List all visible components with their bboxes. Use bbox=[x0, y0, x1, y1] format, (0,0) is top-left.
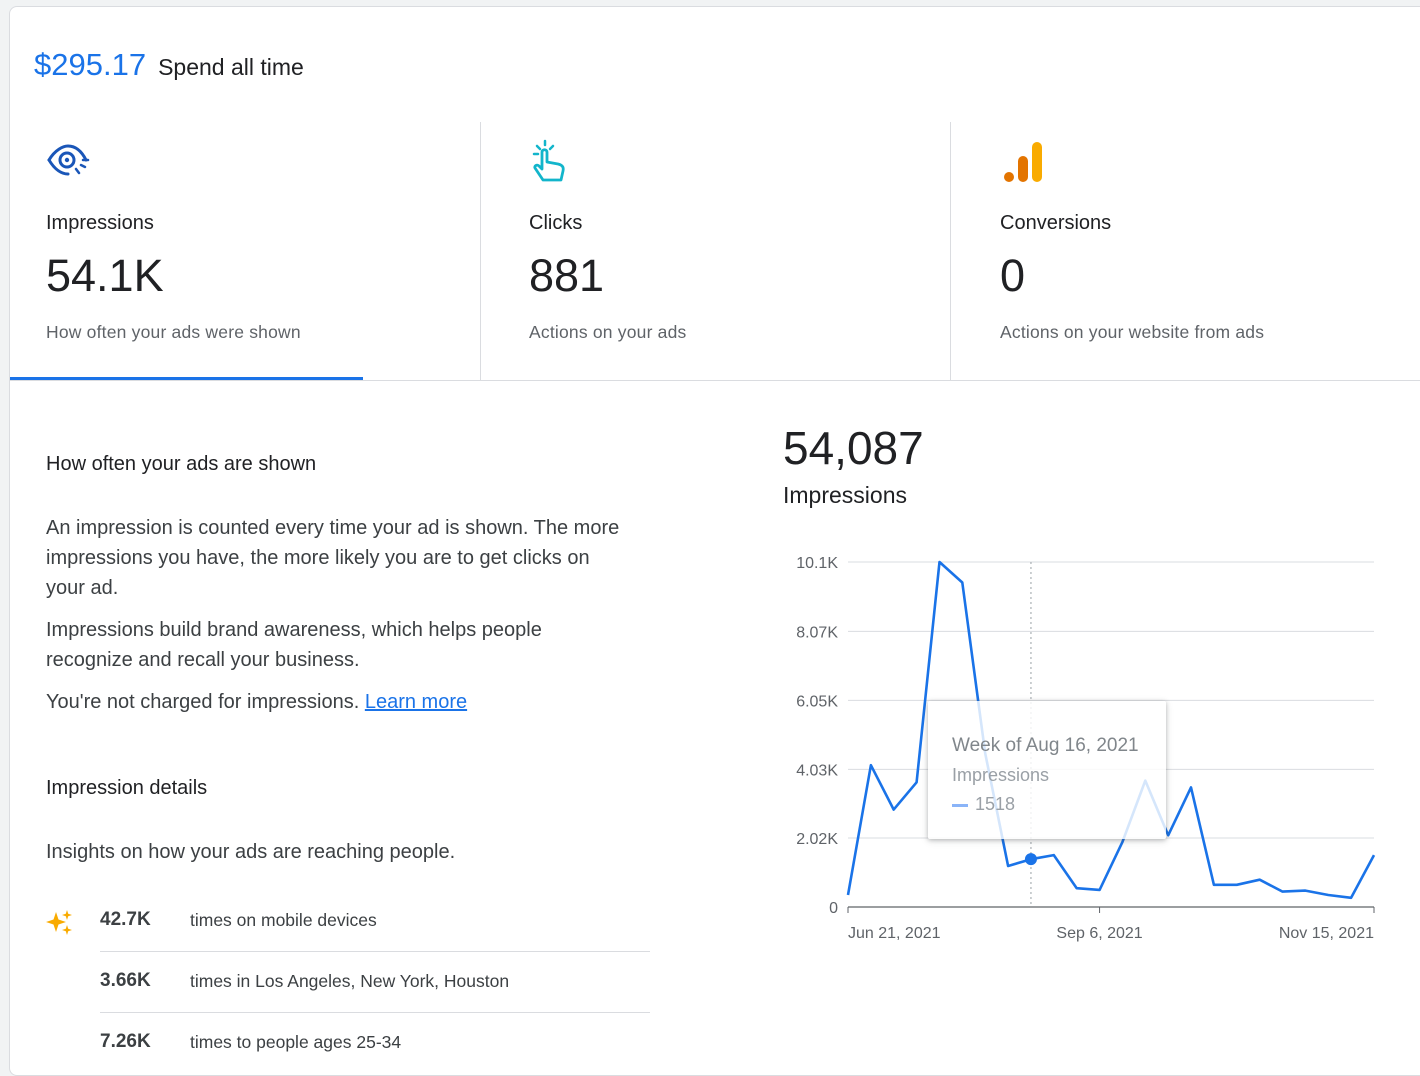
tooltip-title: Week of Aug 16, 2021 bbox=[952, 735, 1139, 756]
detail-text: times on mobile devices bbox=[190, 910, 377, 930]
y-tick-label: 10.1K bbox=[796, 555, 838, 572]
eye-icon bbox=[47, 144, 90, 176]
sparkle-icon bbox=[46, 910, 72, 935]
detail-value: 3.66K bbox=[100, 970, 151, 991]
y-tick-label: 6.05K bbox=[796, 693, 838, 710]
info-paragraph-3: You're not charged for impressions. Lear… bbox=[46, 687, 626, 717]
chart-tooltip: Week of Aug 16, 2021 Impressions 1518 bbox=[928, 701, 1166, 839]
y-tick-label: 0 bbox=[829, 900, 838, 917]
spend-amount: $295.17 bbox=[34, 47, 147, 82]
section-divider bbox=[10, 380, 1420, 381]
detail-row-mobile: 42.7K times on mobile devices bbox=[46, 909, 650, 970]
not-charged-text: You're not charged for impressions. bbox=[46, 691, 360, 713]
pointer-click-icon bbox=[532, 139, 565, 182]
details-subtitle: Insights on how your ads are reaching pe… bbox=[46, 841, 456, 863]
tile-value: 881 bbox=[529, 250, 605, 301]
y-tick-label: 2.02K bbox=[796, 831, 838, 848]
detail-row-location: 3.66K times in Los Angeles, New York, Ho… bbox=[46, 970, 650, 1031]
spend-summary: $295.17 Spend all time bbox=[34, 47, 304, 83]
tile-conversions[interactable]: Conversions 0 Actions on your website fr… bbox=[1000, 122, 1420, 380]
tile-label: Impressions bbox=[46, 212, 154, 234]
analytics-bars-icon bbox=[1004, 142, 1042, 182]
tile-clicks[interactable]: Clicks 881 Actions on your ads bbox=[529, 122, 949, 380]
x-tick-label: Nov 15, 2021 bbox=[1279, 925, 1374, 942]
tile-label: Conversions bbox=[1000, 212, 1112, 234]
tile-impressions[interactable]: Impressions 54.1K How often your ads wer… bbox=[46, 122, 476, 380]
highlight-point bbox=[1024, 853, 1037, 866]
detail-divider bbox=[100, 1012, 650, 1013]
tooltip-series: Impressions bbox=[952, 765, 1050, 785]
detail-row-age: 7.26K times to people ages 25-34 bbox=[46, 1031, 650, 1075]
tile-divider bbox=[950, 122, 951, 380]
tooltip-value: 1518 bbox=[975, 794, 1016, 814]
tile-label: Clicks bbox=[529, 212, 583, 234]
detail-text: times in Los Angeles, New York, Houston bbox=[190, 971, 510, 991]
learn-more-link[interactable]: Learn more bbox=[365, 691, 467, 713]
details-heading: Impression details bbox=[46, 777, 208, 799]
x-tick-label: Jun 21, 2021 bbox=[848, 925, 941, 942]
impressions-total: 54,087 bbox=[783, 422, 924, 474]
tile-description: How often your ads were shown bbox=[46, 322, 301, 342]
detail-value: 42.7K bbox=[100, 909, 151, 930]
detail-text: times to people ages 25-34 bbox=[190, 1032, 402, 1052]
x-tick-label: Sep 6, 2021 bbox=[1056, 925, 1142, 942]
tile-value: 0 bbox=[1000, 250, 1026, 301]
impressions-total-label: Impressions bbox=[783, 482, 907, 508]
info-paragraph-2: Impressions build brand awareness, which… bbox=[46, 619, 542, 671]
performance-card: $295.17 Spend all time Impressions 54.1K… bbox=[9, 6, 1420, 1076]
tile-divider bbox=[480, 122, 481, 380]
y-tick-label: 8.07K bbox=[796, 624, 838, 641]
info-heading: How often your ads are shown bbox=[46, 453, 317, 475]
info-paragraph-1: An impression is counted every time your… bbox=[46, 517, 620, 599]
tooltip-series-swatch bbox=[952, 804, 968, 807]
tile-description: Actions on your ads bbox=[529, 322, 687, 342]
tile-description: Actions on your website from ads bbox=[1000, 322, 1265, 342]
spend-label: Spend all time bbox=[158, 54, 304, 80]
tile-value: 54.1K bbox=[46, 250, 164, 301]
detail-value: 7.26K bbox=[100, 1031, 151, 1052]
detail-divider bbox=[100, 951, 650, 952]
y-tick-label: 4.03K bbox=[796, 762, 838, 779]
